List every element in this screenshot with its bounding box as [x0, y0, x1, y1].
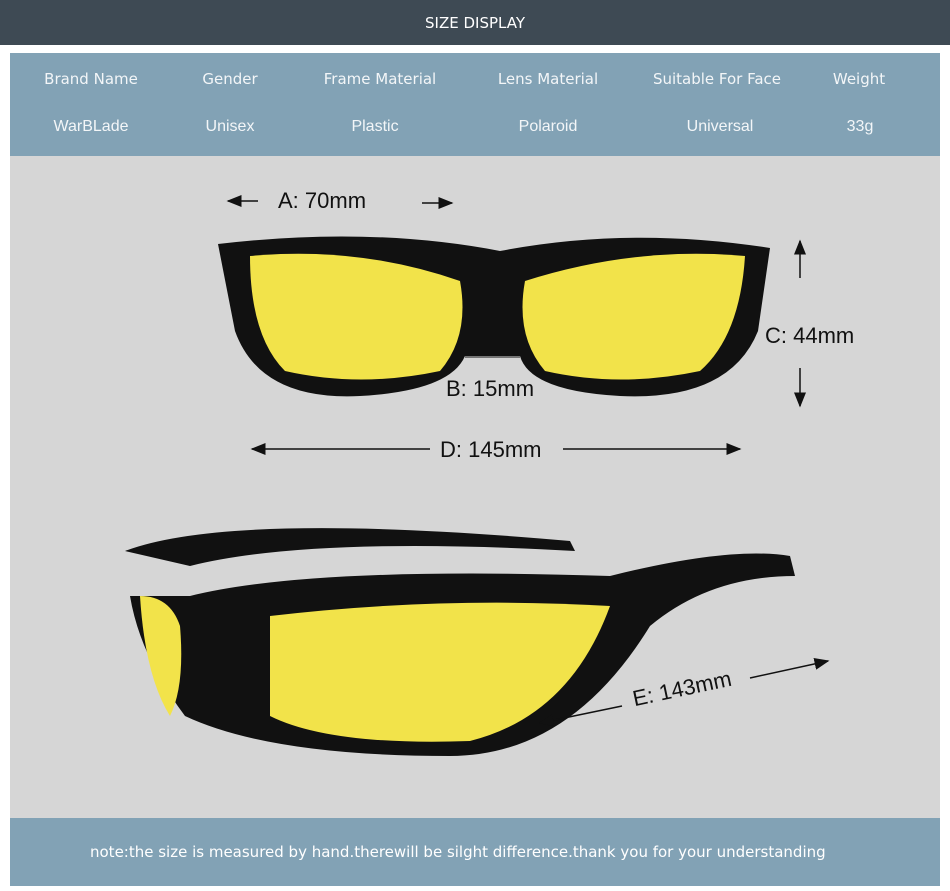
spec-value: Universal — [686, 118, 754, 135]
spec-header-row: Brand Name Gender Frame Material Lens Ma… — [10, 70, 940, 90]
arrow-e-right — [749, 658, 830, 679]
spec-value-row: WarBLade Unisex Plastic Polaroid Univers… — [10, 118, 940, 138]
dimension-b-label: B: 15mm — [446, 376, 535, 401]
spec-header: Lens Material — [497, 70, 599, 88]
spec-value: 33g — [846, 118, 874, 135]
spec-value: Plastic — [351, 118, 399, 135]
spec-header: Weight — [832, 70, 886, 88]
product-image: A: 70mm B: 15mm C: 44mm D: 145mm E: 143m… — [10, 156, 940, 818]
side-view-glasses — [125, 528, 795, 756]
spec-header: Brand Name — [44, 70, 138, 88]
header-title: SIZE DISPLAY — [425, 13, 525, 32]
spec-value: WarBLade — [53, 118, 129, 135]
spec-table: Brand Name Gender Frame Material Lens Ma… — [10, 53, 940, 156]
left-lens — [250, 253, 463, 380]
front-view-glasses — [218, 236, 770, 397]
sunglasses-illustration — [125, 195, 830, 756]
page-header: SIZE DISPLAY — [0, 0, 950, 45]
spec-value: Polaroid — [518, 118, 578, 135]
far-temple-arm — [125, 528, 575, 566]
spec-header: Frame Material — [323, 70, 437, 88]
dimension-d-label: D: 145mm — [440, 437, 542, 462]
dimension-a-label: A: 70mm — [278, 188, 367, 213]
spec-header: Suitable For Face — [652, 70, 782, 88]
spec-header: Gender — [202, 70, 258, 88]
spec-value: Unisex — [205, 118, 255, 135]
dimension-c-label: C: 44mm — [765, 323, 855, 348]
footer-note: note:the size is measured by hand.therew… — [10, 818, 940, 886]
footer-note-text: note:the size is measured by hand.therew… — [90, 843, 826, 861]
